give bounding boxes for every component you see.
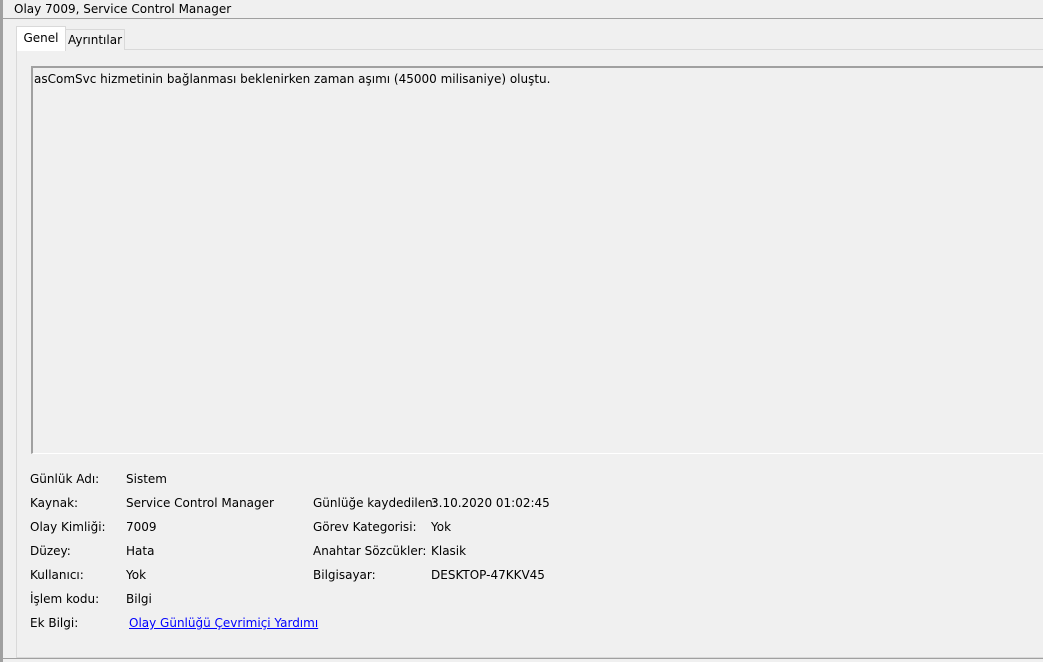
log-name-value[interactable]: Sistem: [126, 471, 167, 487]
keywords-label: Anahtar Sözcükler:: [313, 544, 427, 558]
event-properties-window: Olay 7009, Service Control Manager Genel…: [0, 0, 1043, 662]
opcode-value[interactable]: Bilgi: [126, 591, 152, 607]
window-left-border: [0, 0, 3, 662]
event-id-label: Olay Kimliği:: [30, 520, 106, 534]
opcode-label: İşlem kodu:: [30, 592, 100, 606]
user-label: Kullanıcı:: [30, 568, 84, 582]
title-bar[interactable]: Olay 7009, Service Control Manager: [3, 0, 1043, 18]
event-log-online-help-link[interactable]: Olay Günlüğü Çevrimiçi Yardımı: [129, 615, 318, 631]
event-description-box[interactable]: asComSvc hizmetinin bağlanması beklenirk…: [31, 66, 1043, 454]
event-description-text: asComSvc hizmetinin bağlanması beklenirk…: [34, 72, 551, 86]
level-label: Düzey:: [30, 544, 71, 558]
more-info-label: Ek Bilgi:: [30, 616, 79, 630]
computer-value[interactable]: DESKTOP-47KKV45: [431, 567, 545, 583]
computer-label: Bilgisayar:: [313, 568, 376, 582]
tab-general[interactable]: Genel: [16, 26, 66, 51]
level-value[interactable]: Hata: [126, 543, 154, 559]
bottom-border: [3, 658, 1043, 659]
user-value[interactable]: Yok: [126, 567, 146, 583]
event-id-value[interactable]: 7009: [126, 519, 157, 535]
logged-label: Günlüğe kaydedilen:: [313, 496, 437, 510]
task-category-label: Görev Kategorisi:: [313, 520, 417, 534]
log-name-label: Günlük Adı:: [30, 472, 100, 486]
source-value[interactable]: Service Control Manager: [126, 495, 274, 511]
title-separator: [3, 18, 1043, 19]
task-category-value[interactable]: Yok: [431, 519, 451, 535]
window-title: Olay 7009, Service Control Manager: [14, 2, 232, 16]
tab-details[interactable]: Ayrıntılar: [66, 29, 125, 50]
source-label: Kaynak:: [30, 496, 79, 510]
logged-value[interactable]: 3.10.2020 01:02:45: [431, 495, 550, 511]
keywords-value[interactable]: Klasik: [431, 543, 466, 559]
